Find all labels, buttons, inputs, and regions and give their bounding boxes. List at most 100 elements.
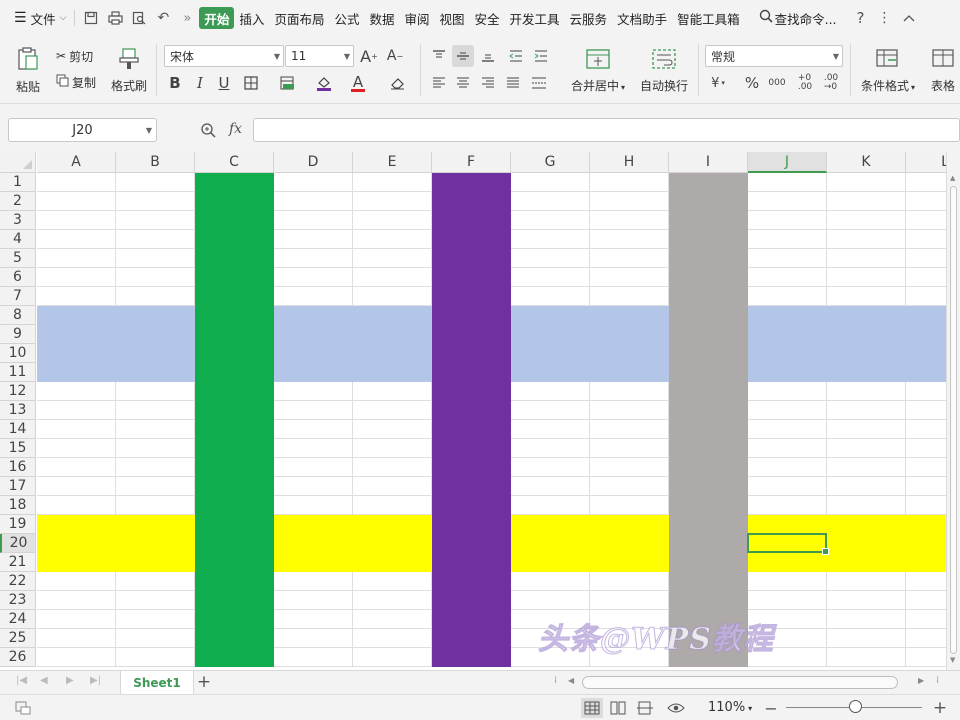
tab-page-layout[interactable]: 页面布局 bbox=[269, 7, 329, 29]
splitter-handle[interactable]: ⁞ bbox=[554, 675, 557, 686]
cell-I1[interactable] bbox=[669, 173, 748, 192]
cell-L24[interactable] bbox=[906, 610, 946, 629]
column-header-D[interactable]: D bbox=[274, 152, 353, 173]
row-header-17[interactable]: 17 bbox=[0, 477, 36, 496]
cell-F8[interactable] bbox=[432, 306, 511, 325]
cell-L11[interactable] bbox=[906, 363, 946, 382]
cell-C7[interactable] bbox=[195, 287, 274, 306]
cell-B24[interactable] bbox=[116, 610, 195, 629]
column-header-I[interactable]: I bbox=[669, 152, 748, 173]
cell-B4[interactable] bbox=[116, 230, 195, 249]
cell-E14[interactable] bbox=[353, 420, 432, 439]
cell-F6[interactable] bbox=[432, 268, 511, 287]
cell-F1[interactable] bbox=[432, 173, 511, 192]
cell-G5[interactable] bbox=[511, 249, 590, 268]
cell-L1[interactable] bbox=[906, 173, 946, 192]
cell-B5[interactable] bbox=[116, 249, 195, 268]
fill-pattern-icon[interactable] bbox=[276, 72, 298, 94]
cell-J7[interactable] bbox=[748, 287, 827, 306]
conditional-format-button[interactable]: 条件格式 ▾ bbox=[856, 44, 920, 98]
add-sheet-button[interactable]: + bbox=[195, 672, 213, 692]
cell-J5[interactable] bbox=[748, 249, 827, 268]
cell-D6[interactable] bbox=[274, 268, 353, 287]
zoom-level[interactable]: 110% ▾ bbox=[708, 700, 752, 715]
row-header-10[interactable]: 10 bbox=[0, 344, 36, 363]
decrease-indent-icon[interactable] bbox=[505, 45, 527, 67]
more-options-icon[interactable]: ⋮ bbox=[873, 7, 897, 29]
cell-L8[interactable] bbox=[906, 306, 946, 325]
decrease-font-size-icon[interactable]: A − bbox=[384, 45, 406, 67]
cell-G14[interactable] bbox=[511, 420, 590, 439]
cell-J4[interactable] bbox=[748, 230, 827, 249]
cell-G20[interactable] bbox=[511, 534, 590, 553]
cell-G10[interactable] bbox=[511, 344, 590, 363]
cell-C16[interactable] bbox=[195, 458, 274, 477]
cell-D20[interactable] bbox=[274, 534, 353, 553]
cell-L23[interactable] bbox=[906, 591, 946, 610]
cell-F15[interactable] bbox=[432, 439, 511, 458]
cell-K1[interactable] bbox=[827, 173, 906, 192]
cell-F5[interactable] bbox=[432, 249, 511, 268]
justify-icon[interactable] bbox=[502, 72, 524, 94]
cell-A8[interactable] bbox=[37, 306, 116, 325]
cell-J19[interactable] bbox=[748, 515, 827, 534]
cell-I23[interactable] bbox=[669, 591, 748, 610]
cell-D1[interactable] bbox=[274, 173, 353, 192]
column-header-H[interactable]: H bbox=[590, 152, 669, 173]
cell-G23[interactable] bbox=[511, 591, 590, 610]
formula-input[interactable] bbox=[253, 118, 960, 142]
cell-D2[interactable] bbox=[274, 192, 353, 211]
cell-G18[interactable] bbox=[511, 496, 590, 515]
cell-H1[interactable] bbox=[590, 173, 669, 192]
cell-I4[interactable] bbox=[669, 230, 748, 249]
cell-D14[interactable] bbox=[274, 420, 353, 439]
cell-G19[interactable] bbox=[511, 515, 590, 534]
cell-F25[interactable] bbox=[432, 629, 511, 648]
cell-B10[interactable] bbox=[116, 344, 195, 363]
align-middle-icon[interactable] bbox=[452, 45, 474, 67]
cell-H6[interactable] bbox=[590, 268, 669, 287]
cell-E16[interactable] bbox=[353, 458, 432, 477]
fill-color-icon[interactable] bbox=[313, 72, 335, 94]
cell-I14[interactable] bbox=[669, 420, 748, 439]
cell-H18[interactable] bbox=[590, 496, 669, 515]
cell-G17[interactable] bbox=[511, 477, 590, 496]
cell-H23[interactable] bbox=[590, 591, 669, 610]
zoom-out-button[interactable]: − bbox=[760, 698, 782, 718]
undo-icon[interactable]: ↶ bbox=[151, 7, 175, 29]
increase-font-size-icon[interactable]: A + bbox=[358, 45, 380, 67]
cell-F11[interactable] bbox=[432, 363, 511, 382]
cell-L22[interactable] bbox=[906, 572, 946, 591]
cell-H4[interactable] bbox=[590, 230, 669, 249]
font-color-icon[interactable]: A bbox=[347, 72, 369, 94]
cell-F16[interactable] bbox=[432, 458, 511, 477]
cell-K21[interactable] bbox=[827, 553, 906, 572]
cell-F4[interactable] bbox=[432, 230, 511, 249]
underline-icon[interactable]: U bbox=[213, 72, 235, 94]
cell-D16[interactable] bbox=[274, 458, 353, 477]
cell-C25[interactable] bbox=[195, 629, 274, 648]
cell-K15[interactable] bbox=[827, 439, 906, 458]
cell-D22[interactable] bbox=[274, 572, 353, 591]
zoom-icon[interactable] bbox=[200, 122, 220, 140]
cell-A23[interactable] bbox=[37, 591, 116, 610]
cell-F24[interactable] bbox=[432, 610, 511, 629]
scroll-up-icon[interactable]: ▲ bbox=[950, 174, 955, 182]
cell-H11[interactable] bbox=[590, 363, 669, 382]
cell-B14[interactable] bbox=[116, 420, 195, 439]
cell-F17[interactable] bbox=[432, 477, 511, 496]
cell-B2[interactable] bbox=[116, 192, 195, 211]
cell-F13[interactable] bbox=[432, 401, 511, 420]
cell-G22[interactable] bbox=[511, 572, 590, 591]
cell-E17[interactable] bbox=[353, 477, 432, 496]
cell-L6[interactable] bbox=[906, 268, 946, 287]
cell-I3[interactable] bbox=[669, 211, 748, 230]
cell-K12[interactable] bbox=[827, 382, 906, 401]
cell-A15[interactable] bbox=[37, 439, 116, 458]
cell-H3[interactable] bbox=[590, 211, 669, 230]
cell-G15[interactable] bbox=[511, 439, 590, 458]
distributed-align-icon[interactable] bbox=[528, 72, 550, 94]
cell-L12[interactable] bbox=[906, 382, 946, 401]
cell-I11[interactable] bbox=[669, 363, 748, 382]
cell-C11[interactable] bbox=[195, 363, 274, 382]
